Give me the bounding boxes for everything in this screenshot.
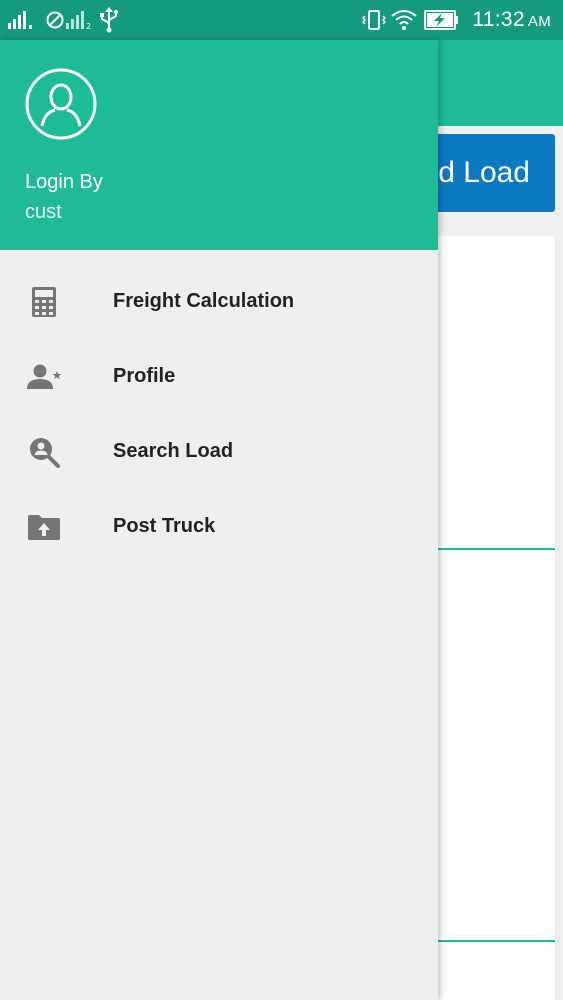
- usb-icon: [100, 7, 118, 33]
- divider: [420, 548, 555, 550]
- menu-item-label: Post Truck: [113, 515, 216, 537]
- calculator-icon: [26, 284, 62, 320]
- no-sim-icon: [46, 11, 64, 29]
- signal-icon: [8, 11, 32, 29]
- menu-item-label: Search Load: [113, 440, 234, 462]
- folder-upload-icon: [26, 509, 62, 545]
- screen: 2 11:32 AM d Load Login By cust Freight …: [0, 0, 563, 1000]
- divider: [420, 940, 555, 942]
- menu-item-post-truck[interactable]: Post Truck: [0, 489, 438, 564]
- search-person-icon: [26, 434, 62, 470]
- battery-charging-icon: [424, 10, 458, 30]
- status-bar: 2 11:32 AM: [0, 0, 563, 40]
- drawer-header: Login By cust: [0, 40, 438, 250]
- menu-item-freight-calculation[interactable]: Freight Calculation: [0, 264, 438, 339]
- svg-text:2: 2: [86, 22, 91, 29]
- status-time: 11:32 AM: [472, 8, 551, 31]
- menu-item-label: Profile: [113, 365, 176, 387]
- menu-item-search-load[interactable]: Search Load: [0, 414, 438, 489]
- login-label: Login By: [25, 171, 103, 193]
- person-star-icon: [26, 359, 62, 395]
- content-card: [420, 236, 555, 1000]
- menu-item-profile[interactable]: Profile: [0, 339, 438, 414]
- menu-item-label: Freight Calculation: [113, 290, 295, 312]
- login-username: cust: [25, 201, 62, 223]
- account-circle-icon: [25, 68, 97, 140]
- navigation-drawer: Login By cust Freight Calculation Profil…: [0, 40, 438, 1000]
- wifi-icon: [391, 10, 417, 30]
- vibrate-icon: [362, 10, 386, 30]
- signal-2-icon: 2: [66, 11, 91, 29]
